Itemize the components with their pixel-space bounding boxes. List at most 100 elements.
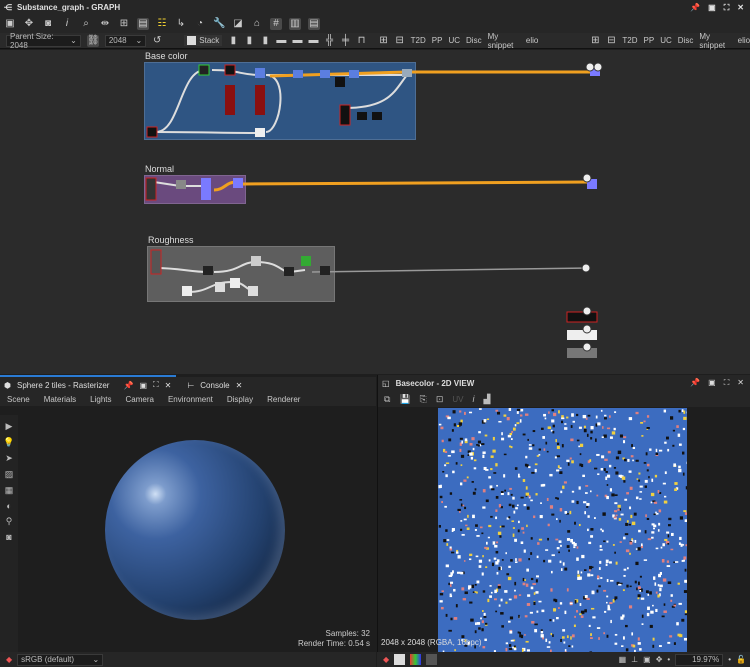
normal-icon[interactable] xyxy=(426,654,438,665)
float-icon[interactable]: ▣ xyxy=(708,3,716,13)
float-icon[interactable]: ▣ xyxy=(708,378,716,388)
snippet-my-snippet[interactable]: My snippet xyxy=(699,32,731,50)
zoom-out-icon[interactable]: • xyxy=(667,655,670,664)
add-snippet-icon[interactable]: ⊞ xyxy=(590,35,600,47)
reset-icon[interactable]: ↺ xyxy=(152,35,162,47)
screenshot-icon[interactable]: ◙ xyxy=(6,532,11,542)
center-icon[interactable]: ✥ xyxy=(23,18,35,30)
material-sphere-preview[interactable] xyxy=(105,440,285,620)
menu-environment[interactable]: Environment xyxy=(168,395,213,404)
zoom-field[interactable]: 19.97% xyxy=(675,653,724,666)
menu-camera[interactable]: Camera xyxy=(126,395,154,404)
distribute-mid-icon[interactable]: ▬ xyxy=(292,35,302,47)
frame-all-icon[interactable]: ▣ xyxy=(4,18,16,30)
size-select[interactable]: 2048 ⌄ xyxy=(104,34,147,47)
snippet-my-snippet[interactable]: My snippet xyxy=(488,32,520,50)
maximize-icon[interactable]: ⛶ xyxy=(724,3,730,13)
histogram-icon[interactable]: ▟ xyxy=(484,394,491,405)
alpha-icon[interactable] xyxy=(394,654,406,665)
center-icon[interactable]: ✥ xyxy=(656,655,663,664)
camera-icon[interactable]: ◙ xyxy=(42,18,54,30)
wire-icon[interactable]: ↳ xyxy=(175,18,187,30)
snippet-t2d[interactable]: T2D xyxy=(411,36,426,45)
pin-icon[interactable]: 📌 xyxy=(690,3,700,13)
lock-icon[interactable]: 🔓 xyxy=(736,655,750,664)
snippet-elio[interactable]: elio xyxy=(526,36,538,45)
layers-icon[interactable]: ◆ xyxy=(383,655,389,664)
clean-icon[interactable]: ⌂ xyxy=(251,18,263,30)
select-icon[interactable]: ➤ xyxy=(5,453,13,464)
info-icon[interactable]: i xyxy=(61,18,73,30)
tile-icon[interactable]: ⧉ xyxy=(384,394,390,405)
preview-icon[interactable]: ◪ xyxy=(232,18,244,30)
snippet-uc[interactable]: UC xyxy=(448,36,460,45)
environment-icon[interactable]: ▨ xyxy=(5,469,14,480)
panel2-icon[interactable]: ▤ xyxy=(308,18,320,30)
fit-icon[interactable]: ▣ xyxy=(643,655,651,664)
tab-rasterizer[interactable]: Sphere 2 tiles - Rasterizer xyxy=(17,381,109,390)
uv-toggle[interactable]: UV xyxy=(452,395,463,404)
rgb-channels-icon[interactable] xyxy=(410,654,422,665)
snippet-uc[interactable]: UC xyxy=(660,36,672,45)
save-icon[interactable]: 💾 xyxy=(399,394,410,405)
align-center-icon[interactable]: ▮ xyxy=(244,35,254,47)
graph-canvas[interactable]: Base color Normal Roughness xyxy=(0,50,750,374)
camera-icon[interactable]: ▶ xyxy=(6,421,13,432)
snap-icon[interactable]: ⊓ xyxy=(357,35,367,47)
menu-lights[interactable]: Lights xyxy=(90,395,111,404)
close-icon[interactable]: ✕ xyxy=(737,378,744,388)
menu-display[interactable]: Display xyxy=(227,395,253,404)
ruler-icon[interactable]: ⊥ xyxy=(631,655,638,664)
distribute-top-icon[interactable]: ▬ xyxy=(276,35,286,47)
snippet-settings-icon[interactable]: ⊟ xyxy=(395,35,405,47)
grid-icon[interactable]: # xyxy=(270,18,282,30)
menu-scene[interactable]: Scene xyxy=(7,395,30,404)
tab-console[interactable]: Console xyxy=(200,381,229,390)
stamp-icon[interactable]: ⚲ xyxy=(6,516,13,527)
snippet-elio[interactable]: elio xyxy=(738,36,750,45)
light-icon[interactable]: 💡 xyxy=(3,437,14,448)
info-icon[interactable]: i xyxy=(473,394,475,404)
wrench-icon[interactable]: 🔧 xyxy=(213,18,225,30)
distribute-bottom-icon[interactable]: ▬ xyxy=(308,35,318,47)
snippet-settings-icon[interactable]: ⊟ xyxy=(606,35,616,47)
zoom-in-icon[interactable]: • xyxy=(728,655,731,664)
align-icon[interactable]: ☷ xyxy=(156,18,168,30)
link-size-icon[interactable]: ⛓ xyxy=(86,34,100,47)
timer-icon[interactable]: ◔ xyxy=(194,18,206,30)
stack-checkbox[interactable]: Stack xyxy=(184,35,223,46)
pin-icon[interactable]: 📌 xyxy=(123,381,133,390)
close-icon[interactable]: ✕ xyxy=(165,381,172,390)
float-icon[interactable]: ▣ xyxy=(139,381,147,390)
shape-icon[interactable]: ◐ xyxy=(6,501,11,511)
close-icon[interactable]: ✕ xyxy=(737,3,744,13)
menu-renderer[interactable]: Renderer xyxy=(267,395,300,404)
distribute-v-icon[interactable]: ╪ xyxy=(341,35,351,47)
snippet-pp[interactable]: PP xyxy=(644,36,655,45)
copy-icon[interactable]: ⎘ xyxy=(420,394,427,405)
texture-preview[interactable] xyxy=(438,408,687,652)
panel-icon[interactable]: ▥ xyxy=(289,18,301,30)
colorspace-select[interactable]: sRGB (default) ⌄ xyxy=(17,653,104,666)
snippet-t2d[interactable]: T2D xyxy=(622,36,637,45)
add-snippet-icon[interactable]: ⊞ xyxy=(379,35,389,47)
grid-icon[interactable]: ▦ xyxy=(619,655,627,664)
maximize-icon[interactable]: ⛶ xyxy=(153,380,159,390)
snippet-disc[interactable]: Disc xyxy=(466,36,482,45)
snippet-disc[interactable]: Disc xyxy=(678,36,694,45)
texture-icon[interactable]: ▦ xyxy=(5,485,14,496)
pin-icon[interactable]: 📌 xyxy=(690,378,700,388)
link-icon[interactable]: ⇹ xyxy=(99,18,111,30)
parent-size-select[interactable]: Parent Size: 2048 ⌄ xyxy=(6,32,81,50)
export-icon[interactable]: ⊡ xyxy=(436,394,444,405)
layout-icon[interactable]: ▤ xyxy=(137,18,149,30)
align-left-icon[interactable]: ▮ xyxy=(228,35,238,47)
search-icon[interactable]: ⌕ xyxy=(80,18,92,30)
align-right-icon[interactable]: ▮ xyxy=(260,35,270,47)
hierarchy-icon[interactable]: ⊞ xyxy=(118,18,130,30)
maximize-icon[interactable]: ⛶ xyxy=(724,378,730,388)
menu-materials[interactable]: Materials xyxy=(44,395,76,404)
close-console-icon[interactable]: ✕ xyxy=(236,381,243,390)
distribute-h-icon[interactable]: ╬ xyxy=(325,35,335,47)
snippet-pp[interactable]: PP xyxy=(432,36,443,45)
